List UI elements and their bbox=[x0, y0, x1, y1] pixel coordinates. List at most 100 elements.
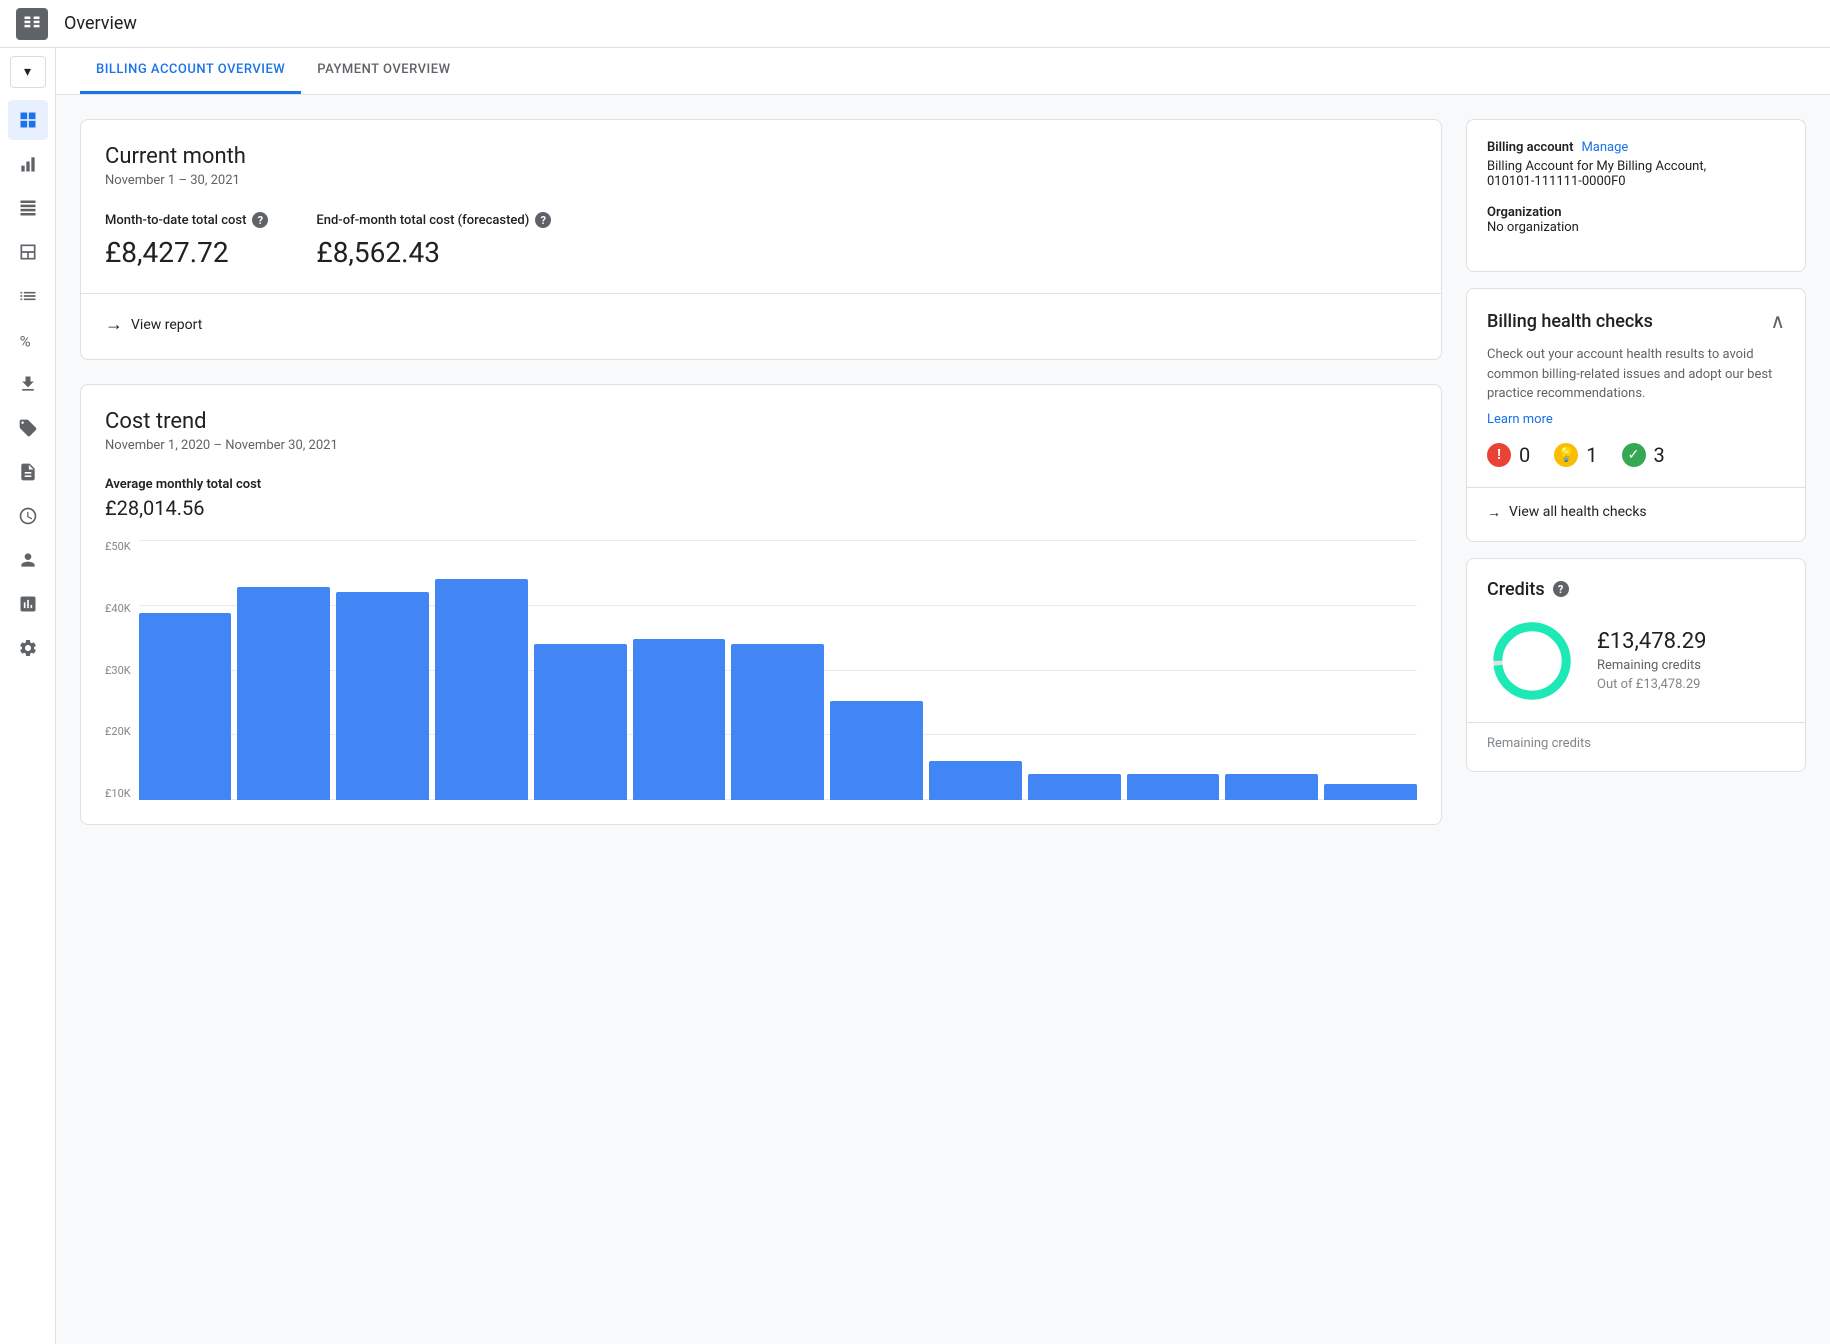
account-name: Billing Account for My Billing Account, bbox=[1487, 159, 1785, 174]
view-report-label: View report bbox=[131, 317, 202, 333]
page-content: Current month November 1 – 30, 2021 Mont… bbox=[56, 95, 1830, 1344]
tab-billing-account[interactable]: BILLING ACCOUNT OVERVIEW bbox=[80, 48, 301, 94]
current-month-card: Current month November 1 – 30, 2021 Mont… bbox=[80, 119, 1442, 360]
credits-amount: £13,478.29 bbox=[1597, 629, 1706, 654]
end-of-month-help-icon[interactable]: ? bbox=[535, 212, 551, 228]
end-of-month-value: £8,562.43 bbox=[316, 236, 551, 269]
end-of-month-label: End-of-month total cost (forecasted) ? bbox=[316, 212, 551, 228]
y-label-40k: £40K bbox=[105, 602, 131, 615]
cost-trend-card: Cost trend November 1, 2020 – November 3… bbox=[80, 384, 1442, 825]
sidebar-item-invoices[interactable] bbox=[8, 452, 48, 492]
view-report-link[interactable]: → View report bbox=[105, 294, 1417, 335]
out-of-amount: £13,478.29 bbox=[1636, 677, 1701, 692]
billing-account-section: Billing account Manage Billing Account f… bbox=[1487, 140, 1785, 189]
health-stat-success: ✓ 3 bbox=[1622, 443, 1665, 467]
tabs-bar: BILLING ACCOUNT OVERVIEW PAYMENT OVERVIE… bbox=[56, 48, 1830, 95]
billing-account-info-card: Billing account Manage Billing Account f… bbox=[1466, 119, 1806, 272]
bar-feb-21 bbox=[435, 579, 528, 800]
sidebar-item-accounts[interactable] bbox=[8, 540, 48, 580]
error-icon: ! bbox=[1487, 443, 1511, 467]
bar-nov-21 bbox=[1324, 784, 1417, 800]
y-label-20k: £20K bbox=[105, 725, 131, 738]
organization-section: Organization No organization bbox=[1487, 205, 1785, 235]
warning-count: 1 bbox=[1586, 443, 1597, 467]
credits-footer: Remaining credits bbox=[1467, 722, 1805, 751]
warning-icon: 💡 bbox=[1554, 443, 1578, 467]
org-value: No organization bbox=[1487, 220, 1785, 235]
bar-may-21 bbox=[731, 644, 824, 800]
sidebar-item-commitments[interactable]: % bbox=[8, 320, 48, 360]
y-label-10k: £10K bbox=[105, 787, 131, 800]
manage-link[interactable]: Manage bbox=[1581, 140, 1628, 155]
credits-footer-label: Remaining credits bbox=[1487, 736, 1591, 751]
sidebar-item-reports[interactable] bbox=[8, 144, 48, 184]
cost-trend-chart: £50K £40K £30K £20K £10K bbox=[105, 540, 1417, 800]
success-icon: ✓ bbox=[1622, 443, 1646, 467]
out-of-prefix: Out of bbox=[1597, 677, 1633, 692]
bar-aug-21 bbox=[1028, 774, 1121, 800]
credits-remaining-label: Remaining credits bbox=[1597, 658, 1706, 673]
page-title: Overview bbox=[64, 13, 137, 34]
credits-card: Credits ? £13,478.29 Remaining credits bbox=[1466, 558, 1806, 772]
bar-mar-21 bbox=[534, 644, 627, 800]
credits-body: £13,478.29 Remaining credits Out of £13,… bbox=[1487, 616, 1785, 706]
y-label-30k: £30K bbox=[105, 664, 131, 677]
grid-line-40k bbox=[139, 605, 1417, 606]
chevron-down-icon: ▾ bbox=[24, 64, 31, 80]
success-count: 3 bbox=[1654, 443, 1665, 467]
bar-nov-20 bbox=[139, 613, 232, 800]
account-id: 010101-111111-0000F0 bbox=[1487, 174, 1785, 189]
end-of-month-item: End-of-month total cost (forecasted) ? £… bbox=[316, 212, 551, 269]
view-all-label: View all health checks bbox=[1509, 504, 1647, 520]
month-to-date-help-icon[interactable]: ? bbox=[252, 212, 268, 228]
cost-trend-title: Cost trend bbox=[105, 409, 1417, 434]
sidebar-item-budgets[interactable] bbox=[8, 276, 48, 316]
bar-apr-21 bbox=[633, 639, 726, 800]
current-month-title: Current month bbox=[105, 144, 1417, 169]
credits-help-icon[interactable]: ? bbox=[1553, 581, 1569, 597]
bar-sep-21 bbox=[1127, 774, 1220, 800]
sidebar-item-export[interactable] bbox=[8, 364, 48, 404]
arrow-right-icon: → bbox=[1487, 504, 1501, 521]
sidebar-dropdown[interactable]: ▾ bbox=[10, 56, 46, 88]
sidebar: ▾ % bbox=[0, 48, 56, 1344]
tab-payment[interactable]: PAYMENT OVERVIEW bbox=[301, 48, 466, 94]
bar-jan-21 bbox=[336, 592, 429, 800]
avg-cost-value: £28,014.56 bbox=[105, 496, 1417, 520]
health-stat-error: ! 0 bbox=[1487, 443, 1530, 467]
chevron-up-icon: ∧ bbox=[1770, 309, 1785, 333]
arrow-right-icon: → bbox=[105, 314, 123, 335]
learn-more-link[interactable]: Learn more bbox=[1487, 412, 1785, 427]
health-stats: ! 0 💡 1 ✓ 3 bbox=[1487, 443, 1785, 467]
org-label: Organization bbox=[1487, 205, 1785, 220]
avg-cost-label: Average monthly total cost bbox=[105, 477, 1417, 492]
error-count: 0 bbox=[1519, 443, 1530, 467]
sidebar-item-cost-table[interactable] bbox=[8, 188, 48, 228]
credits-info: £13,478.29 Remaining credits Out of £13,… bbox=[1597, 629, 1706, 692]
content-area: BILLING ACCOUNT OVERVIEW PAYMENT OVERVIE… bbox=[56, 48, 1830, 1344]
right-column: Billing account Manage Billing Account f… bbox=[1466, 119, 1806, 1320]
chart-bars-area bbox=[139, 540, 1417, 800]
svg-text:%: % bbox=[19, 333, 30, 350]
sidebar-item-tags[interactable] bbox=[8, 408, 48, 448]
health-divider bbox=[1467, 487, 1805, 488]
y-label-50k: £50K bbox=[105, 540, 131, 553]
sidebar-item-settings[interactable] bbox=[8, 628, 48, 668]
view-all-health-link[interactable]: → View all health checks bbox=[1487, 504, 1785, 521]
credits-donut-chart bbox=[1487, 616, 1577, 706]
bar-jun-21 bbox=[830, 701, 923, 800]
billing-account-label: Billing account bbox=[1487, 140, 1573, 155]
bar-oct-21 bbox=[1225, 774, 1318, 800]
health-description: Check out your account health results to… bbox=[1487, 345, 1785, 404]
current-month-date: November 1 – 30, 2021 bbox=[105, 173, 1417, 188]
credits-out-of: Out of £13,478.29 bbox=[1597, 677, 1706, 692]
grid-line-50k bbox=[139, 540, 1417, 541]
sidebar-item-cost-anomaly[interactable] bbox=[8, 496, 48, 536]
cost-row: Month-to-date total cost ? £8,427.72 End… bbox=[105, 212, 1417, 269]
sidebar-item-overview[interactable] bbox=[8, 100, 48, 140]
credits-title: Credits bbox=[1487, 579, 1545, 600]
sidebar-item-resources[interactable] bbox=[8, 584, 48, 624]
left-column: Current month November 1 – 30, 2021 Mont… bbox=[80, 119, 1442, 1320]
chart-y-labels: £50K £40K £30K £20K £10K bbox=[105, 540, 131, 800]
sidebar-item-cost-breakdown[interactable] bbox=[8, 232, 48, 272]
